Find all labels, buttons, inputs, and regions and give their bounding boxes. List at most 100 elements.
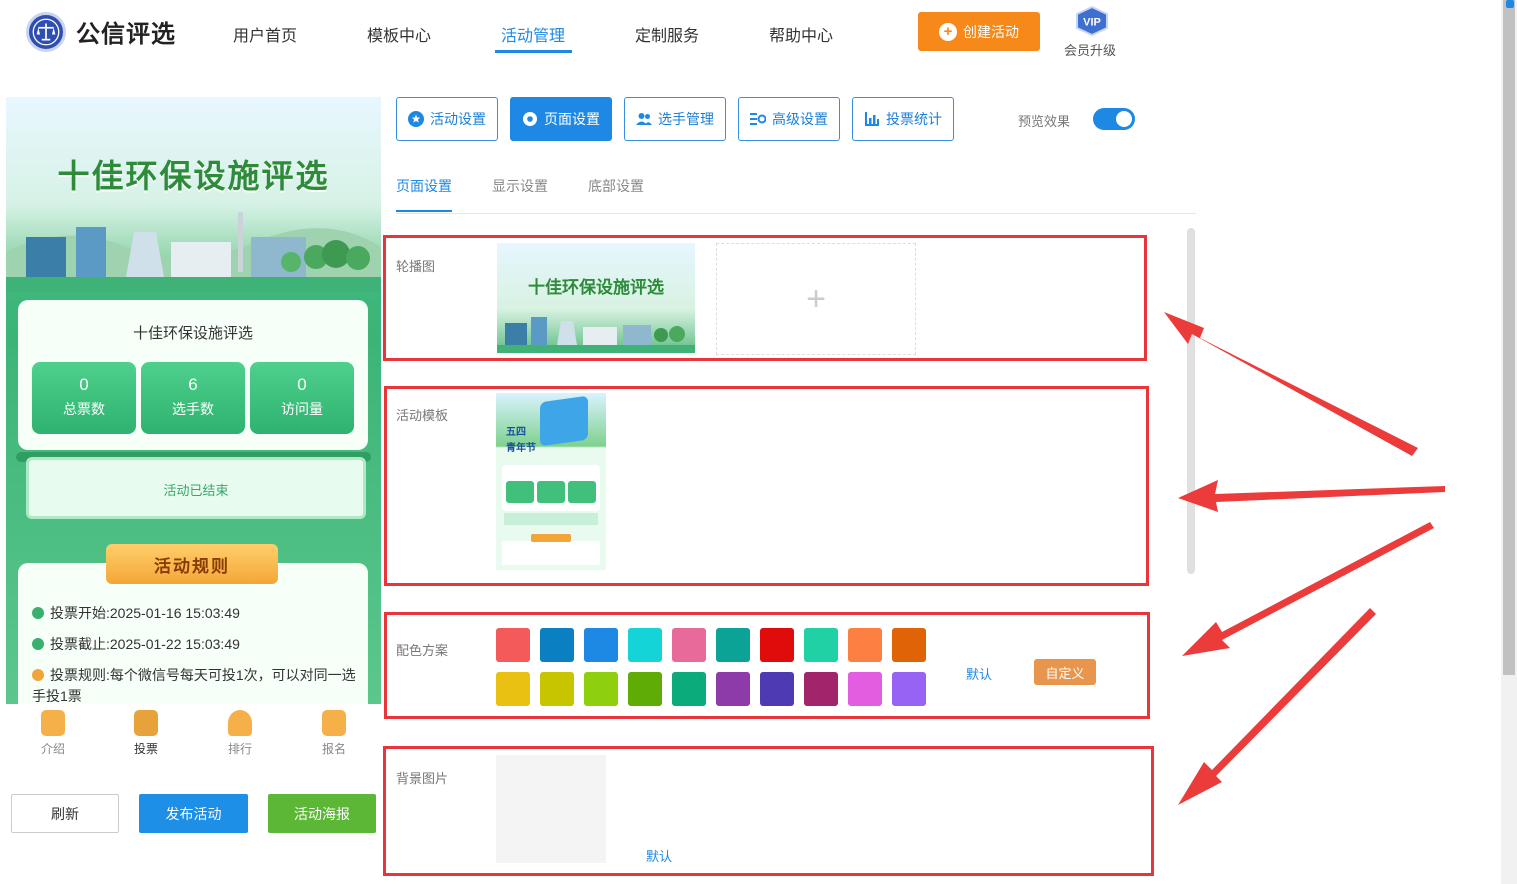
- color-swatch[interactable]: [540, 672, 574, 706]
- background-label: 背景图片: [396, 771, 449, 786]
- clock-icon: [32, 607, 44, 619]
- color-swatch[interactable]: [848, 628, 882, 662]
- stat-total-votes: 0 总票数: [32, 362, 136, 434]
- publish-button[interactable]: 发布活动: [139, 794, 248, 833]
- color-swatch[interactable]: [628, 672, 662, 706]
- plus-circle-icon: +: [939, 22, 957, 41]
- document-icon: [41, 710, 65, 736]
- status-text: 活动已结束: [163, 483, 229, 498]
- color-swatch[interactable]: [716, 628, 750, 662]
- background-default-link[interactable]: 默认: [646, 846, 672, 865]
- add-carousel-button[interactable]: +: [716, 243, 916, 355]
- clock-icon: [32, 638, 44, 650]
- color-swatch[interactable]: [804, 672, 838, 706]
- status-banner: 活动已结束: [26, 457, 366, 519]
- arrow-3: [1182, 522, 1434, 656]
- banner-title: 十佳环保设施评选: [57, 158, 330, 194]
- summary-card: 十佳环保设施评选 0 总票数 6 选手数 0 访问量: [18, 300, 368, 450]
- color-swatch[interactable]: [496, 672, 530, 706]
- color-default-link[interactable]: 默认: [966, 664, 992, 683]
- color-swatch[interactable]: [584, 672, 618, 706]
- tab-ranking[interactable]: 排行: [210, 710, 270, 757]
- tab-intro[interactable]: 介绍: [23, 710, 83, 757]
- vip-icon[interactable]: VIP: [1074, 5, 1110, 37]
- color-swatch[interactable]: [496, 628, 530, 662]
- color-scheme-label: 配色方案: [396, 643, 449, 658]
- template-title-1: 五四: [506, 427, 526, 438]
- logo-text[interactable]: 公信评选: [76, 14, 176, 49]
- nav-activity-management[interactable]: 活动管理: [501, 22, 565, 46]
- refresh-button[interactable]: 刷新: [11, 794, 119, 833]
- page-scrollbar-thumb[interactable]: [1503, 0, 1515, 675]
- template-cube-graphic: [540, 395, 588, 447]
- create-activity-label: 创建活动: [963, 23, 1019, 40]
- trophy-icon: [228, 710, 252, 736]
- annotation-arrows: [1164, 312, 1445, 805]
- template-thumbnail[interactable]: 五四 青年节: [496, 393, 606, 570]
- info-icon: [32, 669, 44, 681]
- nav-home[interactable]: 用户首页: [233, 22, 297, 46]
- summary-title: 十佳环保设施评选: [132, 325, 253, 342]
- color-swatch[interactable]: [892, 628, 926, 662]
- rule-vote: 投票规则:每个微信号每天可投1次，可以对同一选手投1票: [32, 667, 356, 704]
- phone-preview[interactable]: 十佳环保设施评选 十佳环保设施评选 0 总票数 6 选手数 0 访问量 活动已结束 活…: [6, 97, 381, 704]
- stat-visits: 0 访问量: [250, 362, 354, 434]
- preview-label: 预览效果: [1018, 114, 1071, 129]
- preview-banner: 十佳环保设施评选: [6, 97, 381, 292]
- rules-title: 活动规则: [106, 544, 278, 584]
- create-activity-button[interactable]: + 创建活动: [918, 12, 1040, 51]
- edit-icon: [322, 710, 346, 736]
- subtab-page-settings[interactable]: 页面设置: [396, 176, 452, 196]
- color-swatch[interactable]: [628, 628, 662, 662]
- tab-vote[interactable]: 投票: [116, 710, 176, 757]
- tab-vote-statistics[interactable]: 投票统计: [852, 97, 954, 141]
- arrow-2: [1178, 480, 1445, 512]
- sliders-gear-icon: [750, 113, 766, 125]
- factory-illustration: [6, 212, 381, 292]
- subtab-divider: [396, 213, 1196, 214]
- carousel-label: 轮播图: [396, 259, 436, 274]
- color-swatch[interactable]: [584, 628, 618, 662]
- nav-help[interactable]: 帮助中心: [769, 22, 833, 46]
- template-title-2: 青年节: [506, 443, 536, 454]
- tab-advanced-settings[interactable]: 高级设置: [738, 97, 840, 141]
- preview-toggle[interactable]: [1093, 108, 1135, 130]
- vote-icon: [134, 710, 158, 736]
- nav-active-underline: [495, 50, 572, 53]
- background-image-slot[interactable]: [496, 755, 606, 863]
- color-swatch[interactable]: [672, 628, 706, 662]
- color-swatch[interactable]: [672, 672, 706, 706]
- subtab-active-underline: [396, 210, 452, 212]
- poster-button[interactable]: 活动海报: [268, 794, 376, 833]
- logo-icon[interactable]: [26, 12, 66, 52]
- gear-icon: [523, 112, 537, 126]
- template-label: 活动模板: [396, 408, 449, 423]
- arrow-1: [1164, 312, 1418, 456]
- color-swatch[interactable]: [804, 628, 838, 662]
- rule-end: 投票截止:2025-01-22 15:03:49: [32, 634, 362, 655]
- color-custom-button[interactable]: 自定义: [1034, 659, 1096, 685]
- color-swatch[interactable]: [540, 628, 574, 662]
- scroll-indicator: [1506, 0, 1514, 8]
- users-icon: [636, 113, 652, 125]
- star-circle-icon: [408, 111, 424, 127]
- carousel-image[interactable]: 十佳环保设施评选: [497, 243, 695, 353]
- subtab-display-settings[interactable]: 显示设置: [492, 176, 548, 196]
- vip-badge-text: VIP: [1083, 17, 1101, 29]
- color-swatch[interactable]: [892, 672, 926, 706]
- carousel-image-title: 十佳环保设施评选: [528, 278, 664, 297]
- color-swatch[interactable]: [716, 672, 750, 706]
- tab-contestant-management[interactable]: 选手管理: [624, 97, 726, 141]
- tab-page-settings[interactable]: 页面设置: [510, 97, 612, 141]
- color-swatch[interactable]: [760, 628, 794, 662]
- vip-upgrade-label[interactable]: 会员升级: [1064, 40, 1116, 59]
- subtab-footer-settings[interactable]: 底部设置: [588, 176, 644, 196]
- tab-activity-settings[interactable]: 活动设置: [396, 97, 498, 141]
- tab-signup[interactable]: 报名: [304, 710, 364, 757]
- nav-custom-service[interactable]: 定制服务: [635, 22, 699, 46]
- rule-start: 投票开始:2025-01-16 15:03:49: [32, 603, 362, 624]
- color-swatch[interactable]: [848, 672, 882, 706]
- color-swatch[interactable]: [760, 672, 794, 706]
- stat-contestants: 6 选手数: [141, 362, 245, 434]
- nav-templates[interactable]: 模板中心: [367, 22, 431, 46]
